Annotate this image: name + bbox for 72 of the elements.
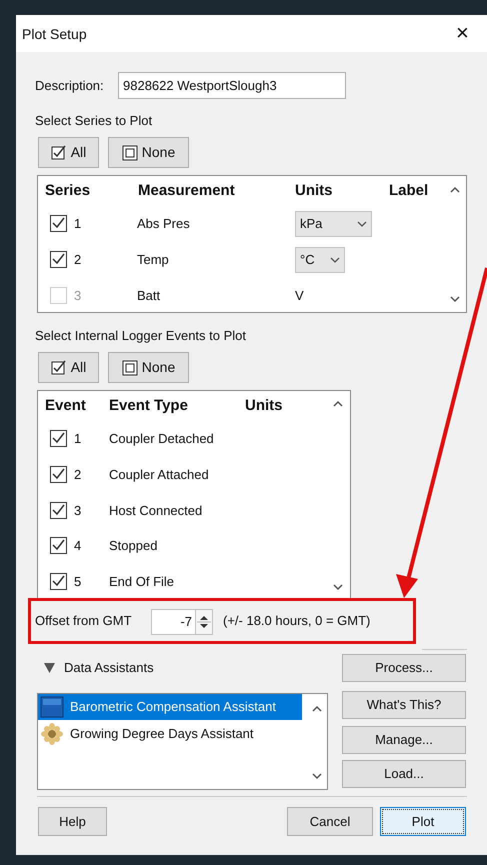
column-header: Units [245, 398, 282, 413]
table-cell: Host Connected [109, 504, 202, 517]
field-label: Description: [35, 79, 104, 92]
event-number: 4 [74, 539, 82, 552]
footer-button[interactable]: Plot [380, 807, 466, 836]
checkbox[interactable] [50, 215, 67, 232]
column-header: Event Type [109, 398, 188, 413]
checkbox[interactable] [50, 537, 67, 554]
square-icon [40, 696, 64, 718]
caret-icon [330, 257, 340, 263]
checkbox[interactable] [50, 502, 67, 519]
table-cell: Abs Pres [137, 217, 190, 230]
assistant-item[interactable]: Growing Degree Days Assistant [38, 721, 302, 747]
spin-arrows-icon[interactable] [195, 610, 212, 634]
window-title: Plot Setup [22, 27, 87, 41]
table-cell: Batt [137, 289, 160, 302]
scroll-down-icon[interactable] [450, 296, 460, 303]
column-header: Units [295, 183, 332, 198]
series-number: 3 [74, 289, 82, 302]
section-title: Select Series to Plot [35, 114, 152, 127]
assistant-button[interactable]: Process... [342, 654, 466, 682]
footer-button[interactable]: Help [38, 807, 107, 836]
hint-text: (+/- 18.0 hours, 0 = GMT) [223, 614, 370, 627]
event-number: 1 [74, 432, 82, 445]
assistant-button[interactable]: What's This? [342, 691, 466, 719]
description-field[interactable]: 9828622 WestportSlough3 [118, 72, 346, 99]
table-cell: Temp [137, 253, 169, 266]
table-cell: End Of File [109, 575, 174, 588]
select-none-button[interactable]: None [108, 137, 189, 168]
checkbox-icon [122, 144, 138, 160]
select-none-button[interactable]: None [108, 352, 189, 383]
table-cell: Stopped [109, 539, 158, 552]
offset-spinner[interactable]: -7 [151, 609, 213, 635]
checkbox[interactable] [50, 430, 67, 447]
checkbox-icon [122, 360, 138, 376]
scroll-up-icon[interactable] [312, 705, 322, 712]
assistant-item[interactable]: Barometric Compensation Assistant [38, 694, 302, 720]
scroll-up-icon[interactable] [450, 186, 460, 193]
series-number: 1 [74, 217, 82, 230]
column-header: Measurement [138, 183, 235, 198]
caret-icon [357, 221, 367, 227]
close-button[interactable]: × [456, 22, 469, 44]
flower-icon [40, 723, 64, 745]
event-number: 5 [74, 575, 82, 588]
column-header: Event [45, 398, 86, 413]
units-dropdown[interactable]: °C [295, 247, 345, 273]
table-cell: Coupler Detached [109, 432, 214, 445]
select-all-button[interactable]: All [38, 352, 99, 383]
column-header: Label [389, 183, 428, 198]
expanded-triangle-icon[interactable] [44, 663, 55, 673]
footer-button[interactable]: Cancel [287, 807, 373, 836]
checkbox[interactable] [50, 466, 67, 483]
checkbox[interactable] [50, 573, 67, 590]
section-title: Select Internal Logger Events to Plot [35, 329, 246, 342]
select-all-button[interactable]: All [38, 137, 99, 168]
series-number: 2 [74, 253, 82, 266]
checkbox-icon [50, 360, 67, 376]
scroll-down-icon[interactable] [333, 584, 343, 591]
checkbox[interactable] [50, 251, 67, 268]
field-label: Offset from GMT [35, 614, 132, 627]
table-cell: Coupler Attached [109, 468, 209, 481]
assistant-button[interactable]: Manage... [342, 726, 466, 754]
event-number: 2 [74, 468, 82, 481]
column-header: Series [45, 183, 90, 198]
checkbox-icon [50, 144, 67, 160]
event-number: 3 [74, 504, 82, 517]
section-title: Data Assistants [64, 661, 154, 674]
table-cell: V [295, 289, 304, 302]
scroll-down-icon[interactable] [312, 773, 322, 780]
scroll-up-icon[interactable] [333, 400, 343, 407]
assistant-button[interactable]: Load... [342, 760, 466, 788]
units-dropdown[interactable]: kPa [295, 211, 372, 237]
